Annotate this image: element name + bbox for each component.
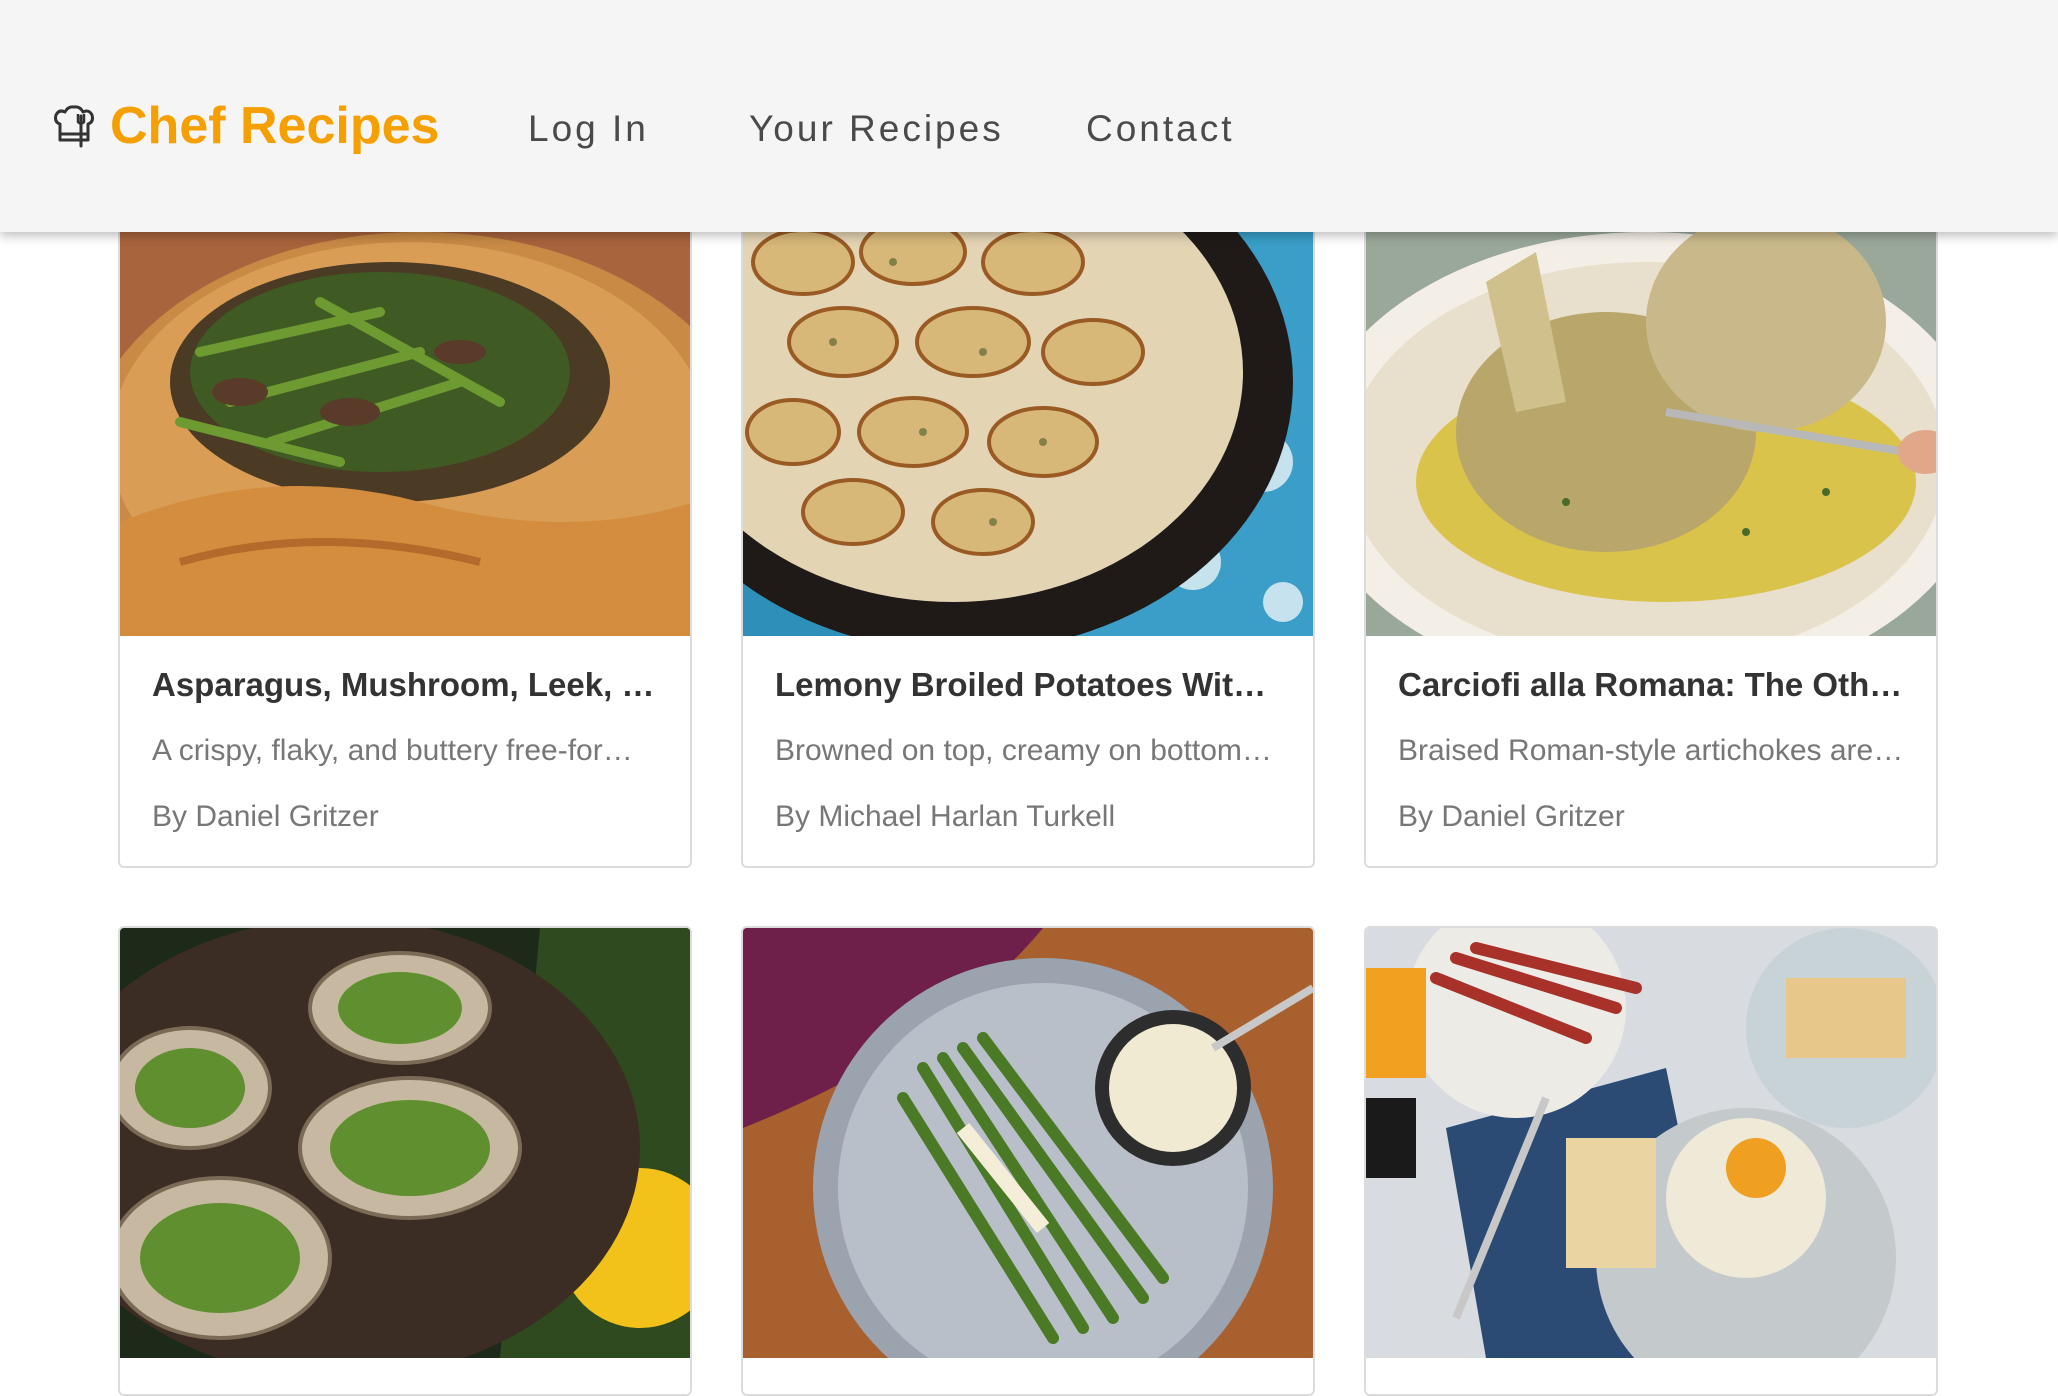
recipe-description: A crispy, flaky, and buttery free-for… — [152, 734, 633, 767]
top-navbar: Chef Recipes Log In Your Recipes Contact — [0, 0, 2058, 232]
recipe-card[interactable]: Carciofi alla Romana: The Othe… Braised … — [1364, 200, 1938, 868]
nav-your-recipes-link[interactable]: Your Recipes — [749, 108, 1004, 150]
recipe-card[interactable] — [741, 926, 1315, 1396]
chef-hat-icon — [54, 105, 94, 148]
recipe-author: By Michael Harlan Turkell — [775, 800, 1116, 833]
recipe-image[interactable] — [743, 928, 1313, 1358]
breakfast-image — [1366, 928, 1936, 1358]
recipe-description: Braised Roman-style artichokes are … — [1398, 734, 1904, 767]
brand-name: Chef Recipes — [110, 97, 440, 155]
recipe-title[interactable]: Carciofi alla Romana: The Othe… — [1398, 666, 1904, 704]
artichokes-image — [1366, 202, 1936, 636]
nav-contact-link[interactable]: Contact — [1086, 108, 1235, 150]
recipe-image[interactable] — [120, 928, 690, 1358]
recipe-card[interactable] — [1364, 926, 1938, 1396]
recipe-card[interactable]: Lemony Broiled Potatoes With … Browned o… — [741, 200, 1315, 868]
recipe-image[interactable] — [120, 202, 690, 636]
recipe-title[interactable]: Lemony Broiled Potatoes With … — [775, 666, 1281, 704]
recipe-image[interactable] — [743, 202, 1313, 636]
recipe-image[interactable] — [1366, 928, 1936, 1358]
galette-image — [120, 202, 690, 636]
potatoes-image — [743, 202, 1313, 636]
brand-logo-link[interactable]: Chef Recipes — [50, 96, 439, 156]
recipe-card[interactable]: Asparagus, Mushroom, Leek, a… A crispy, … — [118, 200, 692, 868]
recipe-title[interactable]: Asparagus, Mushroom, Leek, a… — [152, 666, 658, 704]
recipe-author: By Daniel Gritzer — [152, 800, 379, 833]
recipe-author: By Daniel Gritzer — [1398, 800, 1625, 833]
nav-login-link[interactable]: Log In — [528, 108, 649, 150]
asparagus-plate-image — [743, 928, 1313, 1358]
oysters-image — [120, 928, 690, 1358]
recipe-description: Browned on top, creamy on bottom… — [775, 734, 1272, 767]
recipe-card[interactable] — [118, 926, 692, 1396]
recipe-image[interactable] — [1366, 202, 1936, 636]
